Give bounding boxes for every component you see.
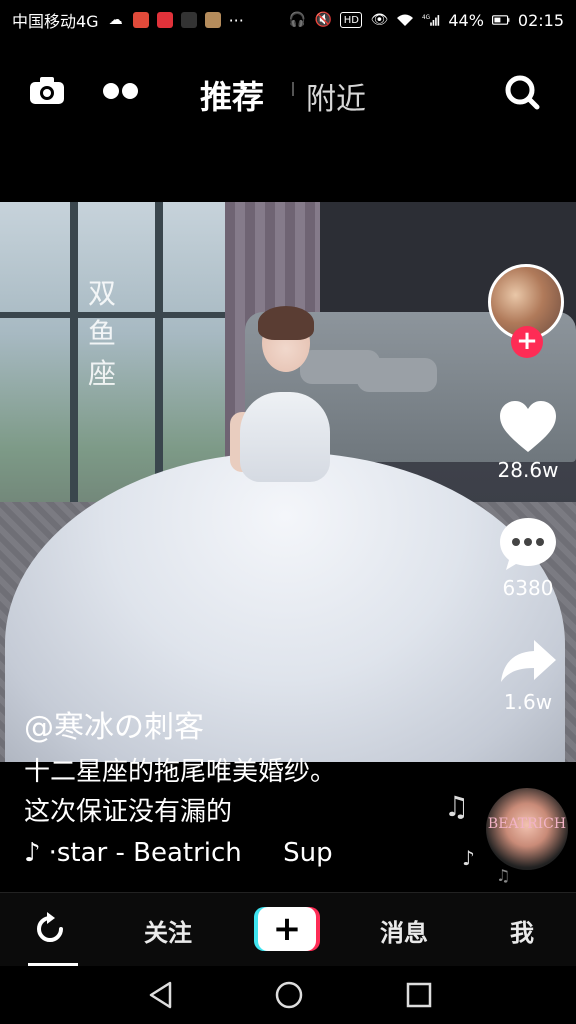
music-disc[interactable]: BEATRICH	[486, 788, 568, 870]
music-note-icon: ♫	[496, 866, 511, 885]
battery-icon	[491, 11, 510, 29]
video-bodice	[240, 392, 330, 482]
status-bar: 中国移动4G ☁ ··· 🎧 🔇 HD 👁 4G 44% 02:15	[0, 0, 576, 40]
share-button[interactable]: 1.6w	[486, 636, 570, 714]
more-notifications-icon: ···	[228, 10, 244, 30]
system-navigation	[0, 966, 576, 1024]
description-line-2: 这次保证没有漏的	[24, 797, 233, 827]
camera-icon[interactable]	[28, 74, 66, 110]
mute-icon: 🔇	[314, 12, 333, 28]
tab-recommend[interactable]: 推荐	[200, 72, 264, 118]
app-notification-icon	[132, 12, 149, 28]
tab-messages[interactable]: 消息	[380, 913, 428, 948]
like-count: 28.6w	[497, 458, 559, 482]
comment-count: 6380	[502, 576, 554, 600]
bottom-navigation: 关注 + 消息 我	[0, 892, 576, 967]
top-navigation: 推荐 附近	[0, 60, 576, 124]
clock: 02:15	[517, 10, 564, 30]
wifi-icon	[396, 11, 414, 29]
status-left: 中国移动4G ☁ ···	[12, 8, 244, 32]
music-title: ·star - Beatrich Sup	[48, 838, 333, 868]
like-button[interactable]: 28.6w	[486, 400, 570, 482]
svg-text:4G: 4G	[422, 15, 430, 21]
carrier-text: 中国移动4G	[12, 12, 99, 31]
signal-icon: 4G	[422, 11, 440, 29]
music-note-icon: ♫	[444, 790, 470, 823]
app-notification-icon	[180, 12, 197, 28]
status-right: 🎧 🔇 HD 👁 4G 44% 02:15	[288, 11, 564, 30]
recent-apps-icon[interactable]	[404, 980, 434, 1014]
home-icon[interactable]	[274, 980, 304, 1014]
dots-icon[interactable]	[102, 82, 140, 104]
description-line-1: 十二星座的拖尾唯美婚纱。	[24, 757, 337, 787]
app-notification-icon	[156, 12, 173, 28]
refresh-icon[interactable]	[30, 909, 70, 953]
eye-icon: 👁	[370, 12, 389, 28]
video-hair	[258, 306, 314, 340]
tab-divider	[292, 82, 294, 96]
follow-plus-button[interactable]: +	[511, 326, 543, 358]
video-overlay-text: 双鱼座	[87, 277, 116, 390]
comment-icon	[486, 516, 570, 576]
cloud-icon: ☁	[108, 12, 123, 28]
music-disc-label: BEATRICH	[487, 816, 567, 832]
music-marquee[interactable]: ♪ ·star - Beatrich Sup	[24, 838, 333, 868]
tab-nearby[interactable]: 附近	[306, 74, 366, 118]
back-icon[interactable]	[146, 980, 176, 1014]
music-note-icon: ♪	[462, 846, 475, 870]
author-name[interactable]: @寒冰の刺客	[24, 702, 204, 746]
music-note-icon: ♪	[24, 838, 41, 868]
app-notification-icon	[204, 12, 221, 28]
headphones-icon: 🎧	[288, 12, 307, 28]
tab-me[interactable]: 我	[510, 913, 534, 948]
heart-icon	[486, 400, 570, 458]
tab-following[interactable]: 关注	[144, 913, 192, 948]
hd-icon: HD	[340, 12, 363, 28]
battery-percent: 44%	[448, 10, 484, 30]
search-icon[interactable]	[504, 74, 540, 114]
comment-button[interactable]: 6380	[486, 516, 570, 600]
share-icon	[486, 636, 570, 690]
plus-icon: +	[272, 909, 302, 949]
share-count: 1.6w	[503, 690, 553, 714]
video-description: 十二星座的拖尾唯美婚纱。 这次保证没有漏的	[24, 752, 444, 832]
create-video-button[interactable]: +	[258, 907, 316, 951]
